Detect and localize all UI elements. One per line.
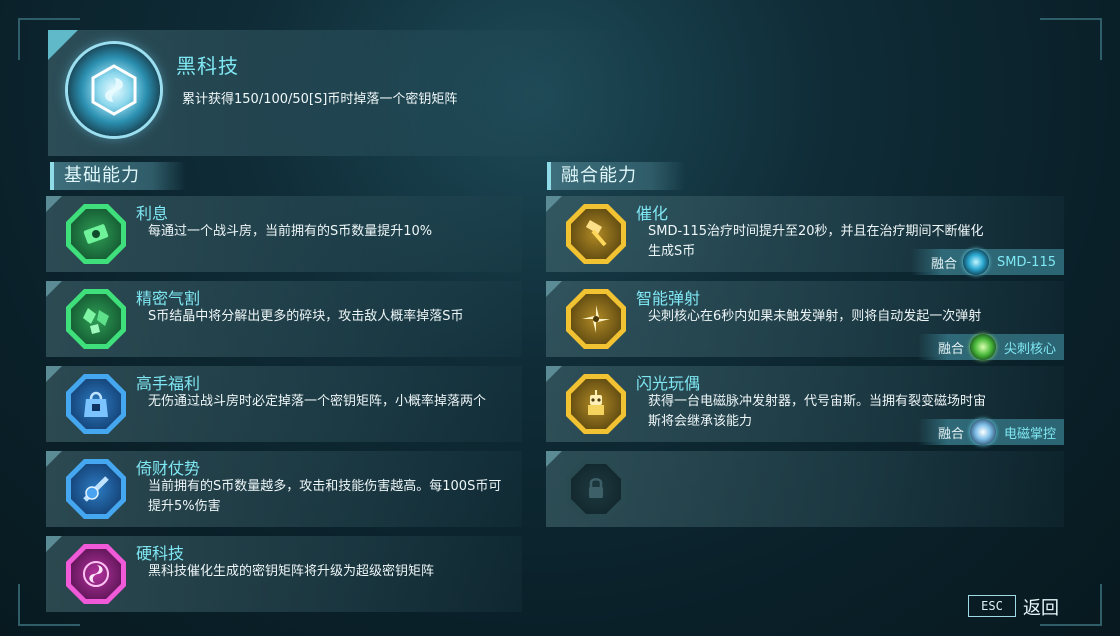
fusion-label: 融合 <box>937 341 964 357</box>
spike-core-icon <box>969 334 996 360</box>
fusion-abilities-title: 融合能力 <box>547 162 685 190</box>
ability-card-smart-bounce[interactable]: 智能弹射 尖刺核心在6秒内如果未触发弹射，则将自动发起一次弹射 融合 尖刺核心 <box>546 281 1064 360</box>
ability-name: 倚财仗势 <box>136 459 201 478</box>
ability-name: 高手福利 <box>136 374 201 393</box>
basic-abilities-title: 基础能力 <box>50 162 186 190</box>
fusion-item-name: SMD-115 <box>997 254 1056 270</box>
fusion-requirement[interactable]: 融合 电磁掌控 <box>917 419 1064 445</box>
ability-description: 尖刺核心在6秒内如果未触发弹射，则将自动发起一次弹射 <box>648 309 982 324</box>
ability-description: 每通过一个战斗房，当前拥有的S币数量提升10% <box>148 224 433 239</box>
frame-corner <box>1040 18 1102 60</box>
ability-name: 硬科技 <box>136 544 185 563</box>
coin-sword-icon <box>66 459 126 519</box>
ability-name: 利息 <box>136 204 169 223</box>
ability-name: 精密气割 <box>136 289 201 308</box>
ability-card-interest[interactable]: 利息 每通过一个战斗房，当前拥有的S币数量提升10% <box>46 196 522 272</box>
catalyst-tool-icon <box>566 204 626 264</box>
tech-description: 累计获得150/100/50[S]币时掉落一个密钥矩阵 <box>182 92 458 107</box>
ability-card-catalyst[interactable]: 催化 SMD-115治疗时间提升至20秒，并且在治疗期间不断催化生成S币 融合 … <box>546 196 1064 275</box>
ability-card-locked <box>546 451 1064 527</box>
fusion-item-name: 尖刺核心 <box>1003 341 1056 357</box>
tech-title: 黑科技 <box>176 54 239 78</box>
back-button[interactable]: 返回 <box>1023 594 1059 620</box>
ability-description: 无伤通过战斗房时必定掉落一个密钥矩阵，小概率掉落两个 <box>148 394 487 409</box>
esc-key-button[interactable]: ESC <box>968 595 1016 617</box>
electromagnetic-control-icon <box>969 419 996 445</box>
ability-card-flash-doll[interactable]: 闪光玩偶 获得一台电磁脉冲发射器，代号宙斯。当拥有裂变磁场时宙斯将会继承该能力 … <box>546 366 1064 445</box>
pink-vortex-icon <box>66 544 126 604</box>
ability-card-wealth-power[interactable]: 倚财仗势 当前拥有的S币数量越多，攻击和技能伤害越高。每100S币可提升5%伤害 <box>46 451 522 527</box>
smd-115-icon <box>963 249 990 275</box>
ability-name: 闪光玩偶 <box>636 374 701 393</box>
ability-description: 当前拥有的S币数量越多，攻击和技能伤害越高。每100S币可提升5%伤害 <box>148 479 502 514</box>
ability-description: 黑科技催化生成的密钥矩阵将升级为超级密钥矩阵 <box>148 564 435 579</box>
ability-card-hard-tech[interactable]: 硬科技 黑科技催化生成的密钥矩阵将升级为超级密钥矩阵 <box>46 536 522 612</box>
ability-description: S币结晶中将分解出更多的碎块，攻击敌人概率掉落S币 <box>148 309 464 324</box>
fusion-requirement[interactable]: 融合 尖刺核心 <box>917 334 1064 360</box>
vortex-cube-icon <box>68 44 160 136</box>
ability-name: 催化 <box>636 204 669 223</box>
ability-card-precision-cut[interactable]: 精密气割 S币结晶中将分解出更多的碎块，攻击敌人概率掉落S币 <box>46 281 522 357</box>
ability-card-master-bonus[interactable]: 高手福利 无伤通过战斗房时必定掉落一个密钥矩阵，小概率掉落两个 <box>46 366 522 442</box>
spinning-blade-icon <box>566 289 626 349</box>
ability-name: 智能弹射 <box>636 289 701 308</box>
fusion-label: 融合 <box>937 426 964 442</box>
money-bundle-icon <box>66 204 126 264</box>
robot-doll-icon <box>566 374 626 434</box>
crystal-shard-icon <box>66 289 126 349</box>
fusion-label: 融合 <box>931 256 958 272</box>
tech-header-panel: 黑科技 累计获得150/100/50[S]币时掉落一个密钥矩阵 <box>48 30 626 156</box>
gift-bag-icon <box>66 374 126 434</box>
fusion-item-name: 电磁掌控 <box>1003 426 1056 442</box>
lock-icon <box>566 459 626 519</box>
fusion-requirement[interactable]: 融合 SMD-115 <box>911 249 1064 275</box>
